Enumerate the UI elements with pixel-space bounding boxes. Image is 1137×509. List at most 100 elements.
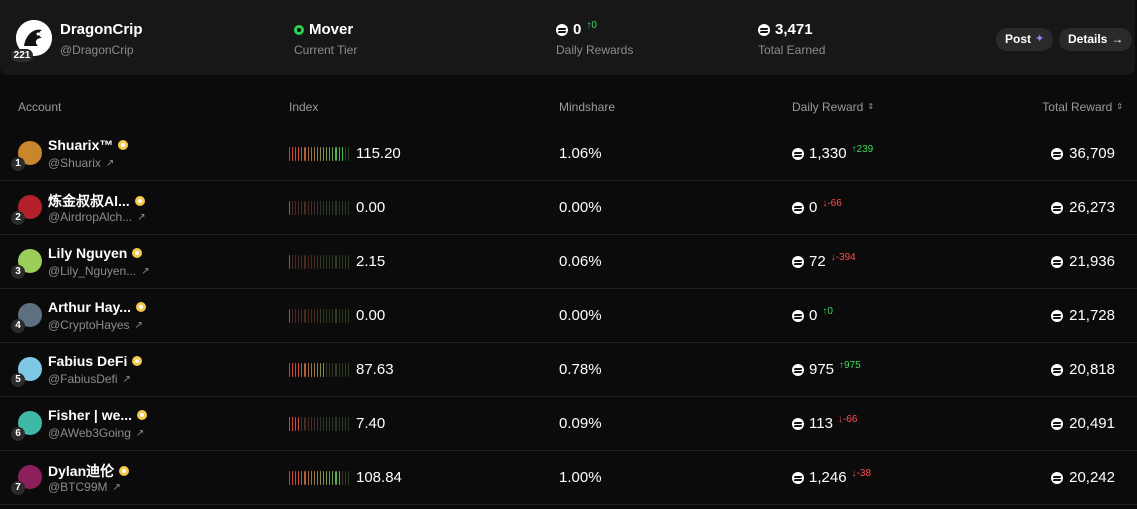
account-handle[interactable]: @FabiusDefi ↗ [48,372,131,386]
table-row[interactable]: 4 Arthur Hay... @CryptoHayes ↗ 0.00 0.00… [0,289,1137,343]
account-name[interactable]: Dylan迪伦 [48,461,130,481]
index-meter-tick [295,309,297,323]
external-link-icon[interactable]: ↗ [123,374,131,385]
sort-chevrons-icon[interactable]: ⇕ [867,103,874,111]
mindshare-value: 0.06% [559,253,602,270]
index-meter-tick [307,147,309,161]
total-earned-label: Total Earned [758,43,826,57]
daily-reward-delta: ↓-66 [838,415,857,425]
index-meter-tick [332,201,334,215]
column-header-total-reward[interactable]: Total Reward ⇕ [1042,100,1123,114]
external-link-icon[interactable]: ↗ [141,266,149,277]
account-handle-text: @BTC99M [48,480,108,494]
index-meter-tick [341,309,343,323]
rank-badge: 3 [11,265,25,279]
index-meter-tick [341,201,343,215]
reward-coin-icon [1051,255,1064,268]
external-link-icon[interactable]: ↗ [137,212,145,223]
total-reward-value: 20,491 [1069,415,1115,432]
table-row[interactable]: 5 Fabius DeFi @FabiusDefi ↗ 87.63 0.78% … [0,343,1137,397]
table-row[interactable]: 3 Lily Nguyen @Lily_Nguyen... ↗ 2.15 0.0… [0,235,1137,289]
total-reward: 20,818 [1051,361,1115,378]
account-handle[interactable]: @BTC99M ↗ [48,480,121,494]
account-name[interactable]: Fabius DeFi [48,353,143,369]
account-name[interactable]: 炼金叔叔Al... [48,191,145,211]
external-link-icon[interactable]: ↗ [135,320,143,331]
mindshare-value: 0.78% [559,361,602,378]
column-header-total-reward-label: Total Reward [1042,100,1113,114]
index-meter-tick [310,417,312,431]
verified-badge-icon [119,466,130,476]
index-value: 0.00 [356,199,386,216]
index-meter-tick [344,255,346,269]
index-meter-tick [295,255,297,269]
daily-reward-delta: ↓-38 [852,469,871,479]
post-button[interactable]: Post ✦ [996,28,1054,51]
index-meter-tick [310,147,312,161]
reward-coin-icon [1051,471,1064,484]
tier-label: Current Tier [294,43,358,57]
index-meter-tick [319,201,322,215]
index-meter-tick [332,471,334,485]
index-meter-tick [347,471,349,485]
index-meter-tick [316,309,318,323]
table-row[interactable]: 1 Shuarix™ @Shuarix ↗ 115.20 1.06% 1,330… [0,127,1137,181]
daily-reward-value: 0 [809,307,818,324]
index-meter-tick [338,255,340,269]
external-link-icon[interactable]: ↗ [106,158,114,169]
account-handle[interactable]: @Shuarix ↗ [48,156,114,170]
index-meter-tick [310,255,312,269]
verified-badge-icon [132,356,143,366]
external-link-icon[interactable]: ↗ [113,482,121,493]
index-meter-tick [347,147,349,161]
account-handle[interactable]: @AirdropAlch... ↗ [48,210,146,224]
account-handle-text: @FabiusDefi [48,372,118,386]
table-row[interactable]: 2 炼金叔叔Al... @AirdropAlch... ↗ 0.00 0.00%… [0,181,1137,235]
account-name[interactable]: Arthur Hay... [48,299,146,315]
index-meter-tick [338,201,340,215]
rank-badge: 4 [11,319,25,333]
index-meter-tick [319,309,322,323]
index-meter-tick [344,201,346,215]
index-meter-tick [326,147,328,161]
reward-coin-icon [1051,147,1064,160]
index-meter [289,417,349,431]
details-button[interactable]: Details → [1059,28,1133,51]
index-meter-tick [295,201,297,215]
sort-chevrons-icon[interactable]: ⇕ [1116,103,1123,111]
index-meter-tick [307,363,309,377]
index-meter-tick [316,471,318,485]
account-handle[interactable]: @CryptoHayes ↗ [48,318,143,332]
index-meter-tick [316,147,318,161]
index-meter-tick [341,255,343,269]
daily-reward-value: 1,246 [809,469,847,486]
index-meter-tick [304,363,306,377]
reward-coin-icon [792,471,804,484]
index-meter-tick [335,417,337,431]
profile-rank-badge: 221 [11,49,33,62]
daily-reward: 0 ↓-66 [792,199,842,216]
table-row[interactable]: 6 Fisher | we... @AWeb3Going ↗ 7.40 0.09… [0,397,1137,451]
index-meter-tick [329,417,331,431]
index-meter-tick [323,255,325,269]
index-meter-tick [335,363,337,377]
account-handle[interactable]: @AWeb3Going ↗ [48,426,144,440]
account-name[interactable]: Lily Nguyen [48,245,143,261]
account-handle-text: @AWeb3Going [48,426,131,440]
table-row[interactable]: 7 Dylan迪伦 @BTC99M ↗ 108.84 1.00% 1,246 ↓… [0,451,1137,505]
external-link-icon[interactable]: ↗ [136,428,144,439]
column-header-daily-reward[interactable]: Daily Reward ⇕ [792,100,874,114]
index-meter-tick [295,471,297,485]
account-name[interactable]: Fisher | we... [48,407,148,423]
index-meter-tick [341,417,343,431]
index-meter-tick [323,363,325,377]
index-meter-tick [335,147,337,161]
account-name-text: Dylan迪伦 [48,463,115,479]
index-meter-tick [329,309,331,323]
index-meter-tick [326,201,328,215]
account-handle[interactable]: @Lily_Nguyen... ↗ [48,264,150,278]
account-name-text: 炼金叔叔Al... [48,193,130,209]
daily-reward-value: 1,330 [809,145,847,162]
account-name[interactable]: Shuarix™ [48,137,129,153]
index-meter-tick [335,471,337,485]
